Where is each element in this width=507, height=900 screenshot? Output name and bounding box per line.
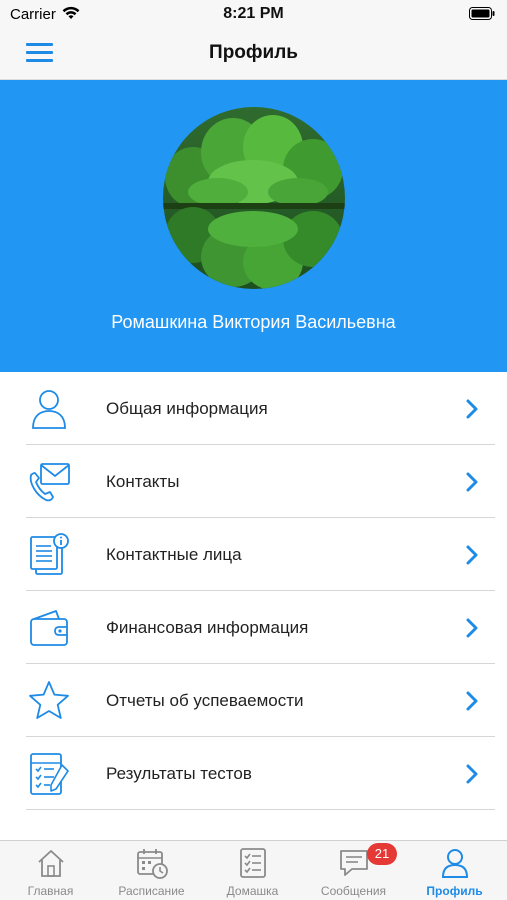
wallet-icon	[30, 610, 68, 646]
tab-profile[interactable]: Профиль	[404, 841, 505, 900]
profile-header: Ромашкина Виктория Васильевна	[0, 80, 507, 372]
phone-envelope-icon	[29, 463, 70, 502]
tab-home[interactable]: Главная	[0, 841, 101, 900]
divider	[26, 809, 495, 810]
star-icon	[29, 681, 69, 719]
navigation-bar: Профиль	[0, 28, 507, 80]
page-title: Профиль	[209, 42, 298, 63]
menu-item-label: Финансовая информация	[106, 618, 309, 637]
tab-homework[interactable]: Домашка	[202, 841, 303, 900]
chevron-right-icon	[466, 399, 478, 419]
tab-label: Сообщения	[320, 884, 387, 898]
menu-item-financial-info[interactable]: Финансовая информация	[0, 591, 507, 664]
person-icon	[32, 390, 66, 429]
tab-bar: Главная Расписание Домашка Сообщения Про…	[0, 840, 507, 900]
status-time: 8:21 PM	[223, 5, 284, 22]
calendar-clock-icon	[137, 849, 168, 879]
forest-lake-photo	[163, 107, 345, 289]
tab-label: Расписание	[118, 884, 185, 898]
chevron-right-icon	[466, 545, 478, 565]
home-icon	[38, 850, 64, 877]
menu-item-label: Контактные лица	[106, 545, 242, 564]
profile-menu-list: Общая информация Контакты Контактные лиц…	[0, 372, 507, 810]
battery-icon	[469, 7, 495, 20]
profile-name: Ромашкина Виктория Васильевна	[111, 312, 396, 332]
test-checklist-icon	[30, 753, 69, 795]
menu-item-label: Общая информация	[106, 399, 268, 418]
contact-document-icon	[30, 533, 69, 575]
status-bar: Carrier 8:21 PM	[0, 0, 507, 28]
menu-item-test-results[interactable]: Результаты тестов	[0, 737, 507, 810]
tab-label: Домашка	[226, 884, 279, 898]
tab-schedule[interactable]: Расписание	[101, 841, 202, 900]
menu-item-progress-reports[interactable]: Отчеты об успеваемости	[0, 664, 507, 737]
menu-item-general-info[interactable]: Общая информация	[0, 372, 507, 445]
messages-badge: 21	[367, 843, 397, 865]
menu-item-label: Контакты	[106, 472, 180, 491]
tab-label: Главная	[27, 884, 74, 898]
checklist-icon	[240, 848, 266, 878]
tab-label: Профиль	[426, 884, 483, 898]
chevron-right-icon	[466, 764, 478, 784]
profile-icon	[441, 849, 469, 878]
menu-item-contacts[interactable]: Контакты	[0, 445, 507, 518]
chevron-right-icon	[466, 618, 478, 638]
menu-item-label: Результаты тестов	[106, 764, 252, 783]
menu-item-label: Отчеты об успеваемости	[106, 691, 304, 710]
avatar[interactable]	[163, 107, 345, 289]
chat-bubble-icon	[340, 850, 368, 876]
chevron-right-icon	[466, 472, 478, 492]
chevron-right-icon	[466, 691, 478, 711]
menu-item-contact-persons[interactable]: Контактные лица	[0, 518, 507, 591]
